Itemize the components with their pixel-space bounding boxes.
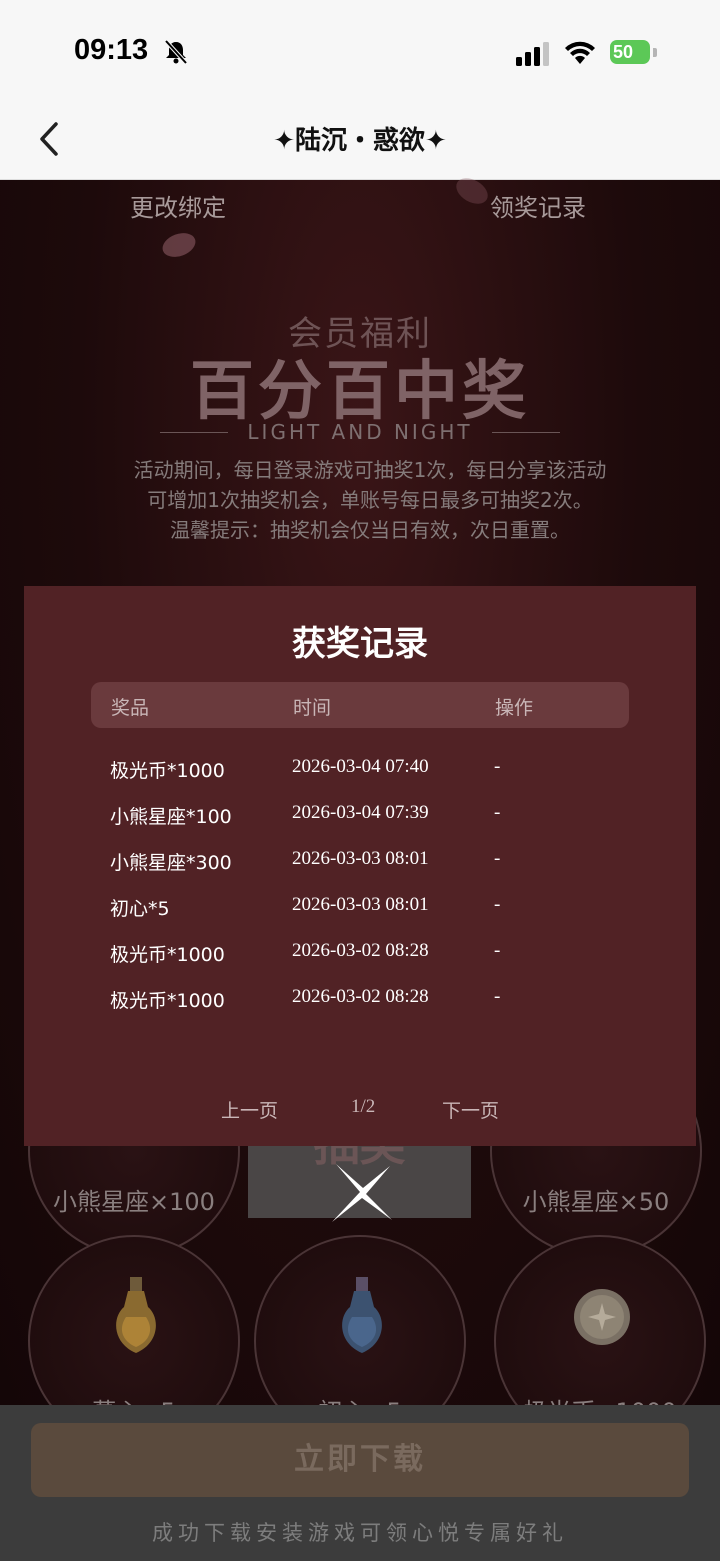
cell-time: 2026-03-03 08:01 [292,848,429,869]
header-prize: 奖品 [111,697,150,719]
cell-time: 2026-03-02 08:28 [292,986,429,1007]
cell-time: 2026-03-04 07:39 [292,802,429,823]
download-button[interactable]: 立即下载 [31,1423,689,1497]
description-line: 温馨提示：抽奖机会仅当日有效，次日重置。 [170,518,570,542]
page: 09:13 50 ✦陆沉・惑欲✦ 更改绑定 领奖记录 会员福利 百分百中奖 LI… [0,0,720,1561]
battery-cap [653,48,657,57]
event-description: 活动期间，每日登录游戏可抽奖1次，每日分享该活动 可增加1次抽奖机会，单账号每日… [90,455,650,545]
cell-action: - [494,986,501,1007]
page-title: ✦陆沉・惑欲✦ [273,126,447,156]
cellular-signal-icon [516,42,549,66]
table-row: 初心*5 2026-03-03 08:01 - [91,884,629,930]
potion-bottle-icon [342,1277,382,1353]
page-indicator: 1/2 [351,1096,376,1117]
battery-level: 50 [613,42,634,62]
petal-decoration [159,228,199,262]
table-row: 极光币*1000 2026-03-02 08:28 - [91,930,629,976]
table-row: 小熊星座*300 2026-03-03 08:01 - [91,838,629,884]
next-page-button[interactable]: 下一页 [442,1096,499,1123]
prize-label: 小熊星座×100 [53,1188,215,1216]
cell-action: - [494,848,501,869]
description-line: 活动期间，每日登录游戏可抽奖1次，每日分享该活动 [133,458,607,482]
table-header: 奖品 时间 操作 [91,682,629,728]
cell-prize: 小熊星座*300 [110,852,232,874]
cell-action: - [494,802,501,823]
nav-bar: ✦陆沉・惑欲✦ [0,100,720,180]
status-time: 09:13 [74,34,149,66]
cell-prize: 初心*5 [110,898,170,920]
poster-headline: 百分百中奖 [190,354,530,429]
download-tip: 成功下载安装游戏可领心悦专属好礼 [152,1521,568,1545]
records-table: 极光币*1000 2026-03-04 07:40 - 小熊星座*100 202… [91,746,629,1022]
coin-icon [574,1289,630,1345]
cell-prize: 极光币*1000 [110,944,225,966]
cell-action: - [494,756,501,777]
pagination: 上一页 1/2 下一页 [24,1096,696,1126]
table-row: 小熊星座*100 2026-03-04 07:39 - [91,792,629,838]
description-line: 可增加1次抽奖机会，单账号每日最多可抽奖2次。 [147,488,593,512]
change-binding-link[interactable]: 更改绑定 [130,188,226,223]
cell-prize: 极光币*1000 [110,760,225,782]
table-row: 极光币*1000 2026-03-04 07:40 - [91,746,629,792]
potion-bottle-icon [116,1277,156,1353]
table-row: 极光币*1000 2026-03-02 08:28 - [91,976,629,1022]
cell-time: 2026-03-03 08:01 [292,894,429,915]
prev-page-button[interactable]: 上一页 [221,1096,278,1123]
header-time: 时间 [293,697,332,719]
close-x-icon[interactable] [326,1162,396,1224]
bell-muted-icon [164,39,188,65]
download-bar: 立即下载 成功下载安装游戏可领心悦专属好礼 [0,1405,720,1561]
cell-prize: 小熊星座*100 [110,806,232,828]
prize-records-modal: 获奖记录 奖品 时间 操作 极光币*1000 2026-03-04 07:40 … [24,586,696,1146]
prize-records-link[interactable]: 领奖记录 [490,188,586,223]
status-bar: 09:13 50 [0,0,720,100]
modal-title: 获奖记录 [292,624,428,664]
poster-tagline: LIGHT AND NIGHT [247,420,473,444]
cell-action: - [494,894,501,915]
battery-indicator: 50 [610,40,658,66]
cell-time: 2026-03-02 08:28 [292,940,429,961]
prize-label: 小熊星座×50 [522,1188,670,1216]
tagline-divider-right [492,432,560,433]
cell-time: 2026-03-04 07:40 [292,756,429,777]
cell-action: - [494,940,501,961]
header-action: 操作 [495,697,534,719]
cell-prize: 极光币*1000 [110,990,225,1012]
wifi-icon [565,41,595,64]
